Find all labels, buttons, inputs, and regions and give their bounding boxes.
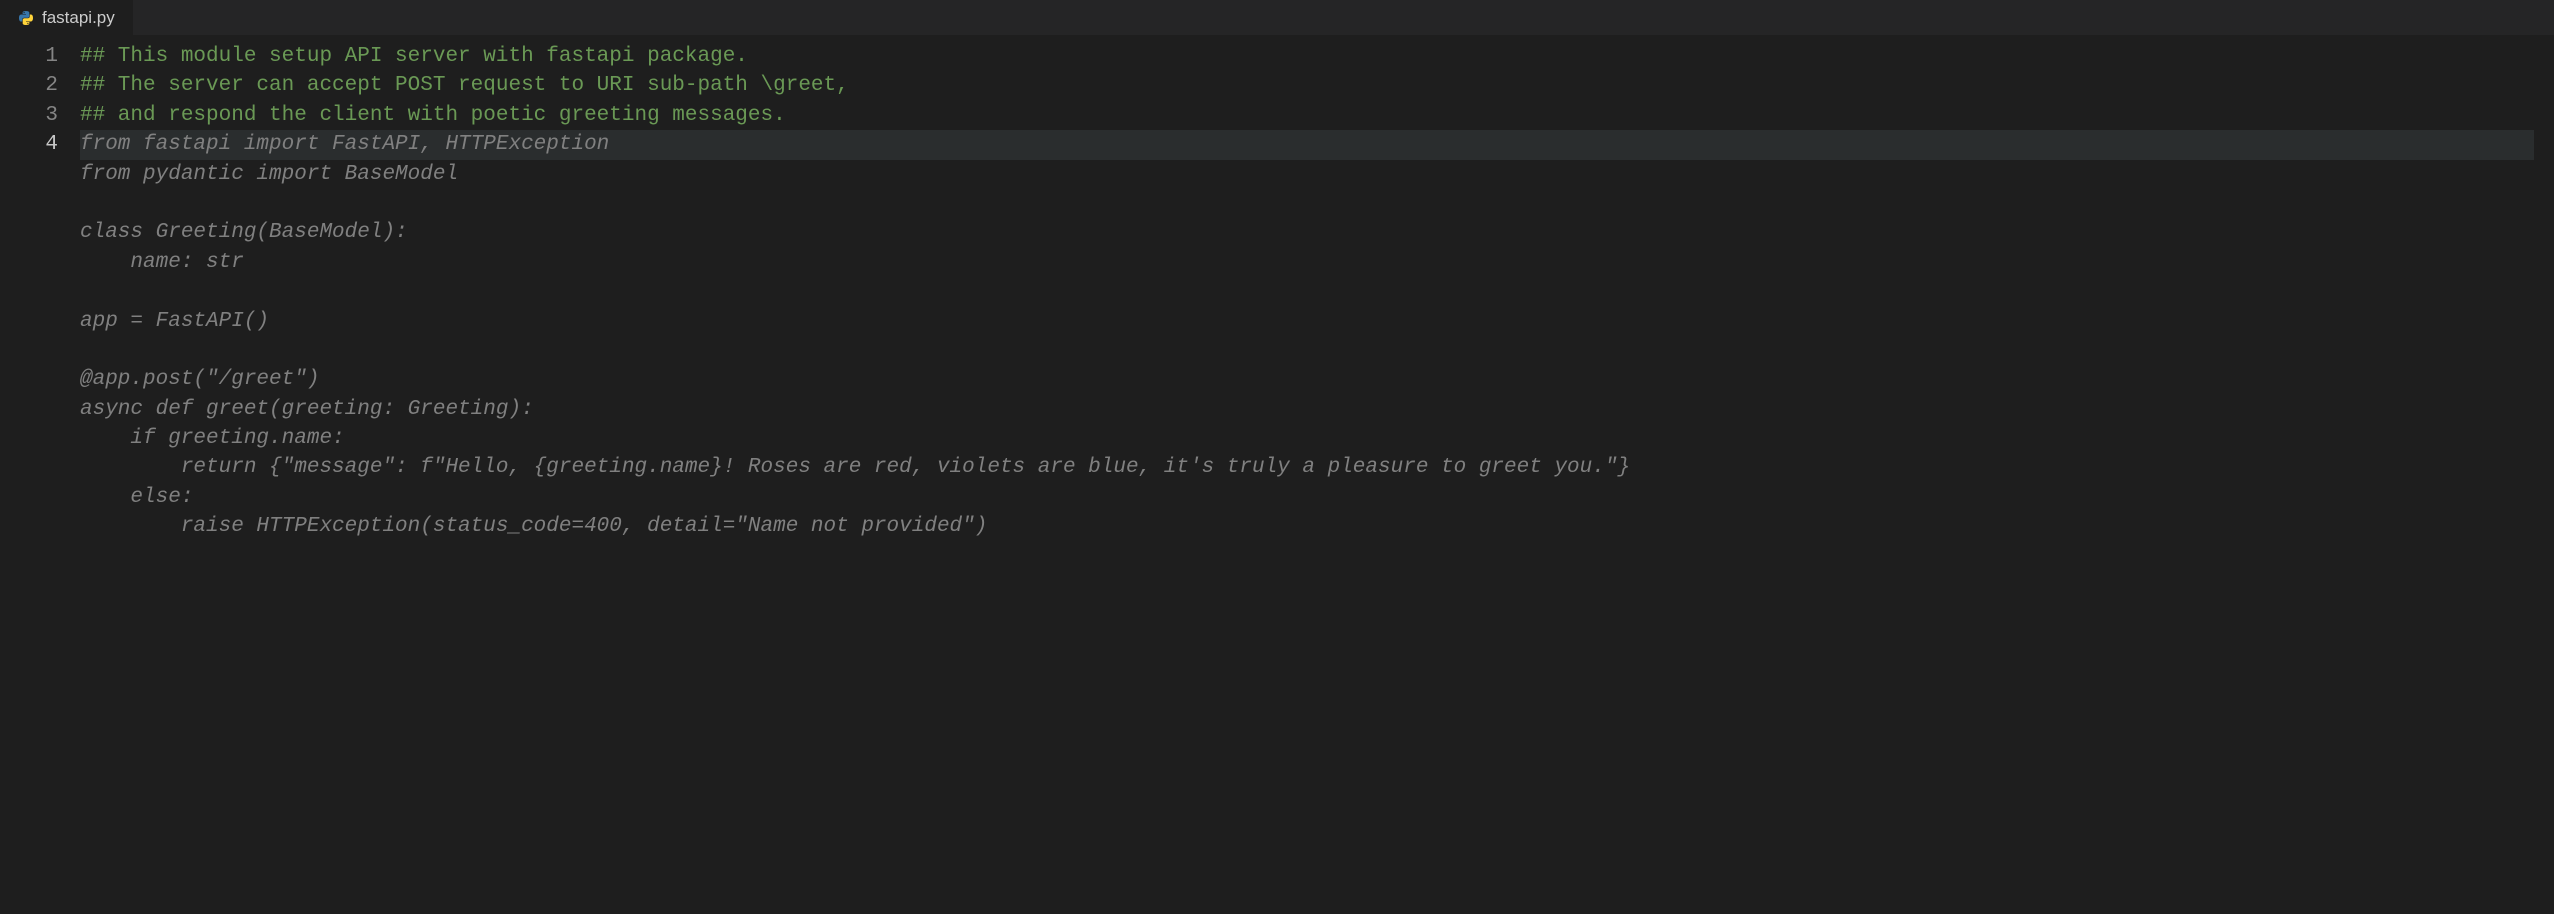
code-line[interactable]: async def greet(greeting: Greeting): <box>80 395 2534 424</box>
tab-bar: fastapi.py <box>0 0 2554 36</box>
code-area[interactable]: ## This module setup API server with fas… <box>80 42 2554 542</box>
line-number-gutter: 1234 <box>0 42 80 542</box>
code-line[interactable]: name: str <box>80 248 2534 277</box>
code-line[interactable]: @app.post("/greet") <box>80 365 2534 394</box>
tab-filename: fastapi.py <box>42 6 115 30</box>
code-line[interactable]: return {"message": f"Hello, {greeting.na… <box>80 453 2534 482</box>
tab-fastapi[interactable]: fastapi.py <box>0 0 134 35</box>
python-file-icon <box>18 10 34 26</box>
line-number: 3 <box>0 101 58 130</box>
code-line[interactable]: if greeting.name: <box>80 424 2534 453</box>
code-line[interactable]: else: <box>80 483 2534 512</box>
code-line[interactable]: raise HTTPException(status_code=400, det… <box>80 512 2534 541</box>
code-line[interactable]: ## and respond the client with poetic gr… <box>80 101 2534 130</box>
code-line[interactable] <box>80 277 2534 306</box>
line-number: 2 <box>0 71 58 100</box>
code-line[interactable] <box>80 189 2534 218</box>
line-number: 1 <box>0 42 58 71</box>
editor[interactable]: 1234 ## This module setup API server wit… <box>0 36 2554 542</box>
code-line[interactable]: ## This module setup API server with fas… <box>80 42 2534 71</box>
code-line[interactable]: ## The server can accept POST request to… <box>80 71 2534 100</box>
code-line[interactable]: class Greeting(BaseModel): <box>80 218 2534 247</box>
code-line[interactable]: from fastapi import FastAPI, HTTPExcepti… <box>80 130 2534 159</box>
code-line[interactable]: from pydantic import BaseModel <box>80 160 2534 189</box>
code-line[interactable] <box>80 336 2534 365</box>
code-line[interactable]: app = FastAPI() <box>80 307 2534 336</box>
line-number: 4 <box>0 130 58 159</box>
